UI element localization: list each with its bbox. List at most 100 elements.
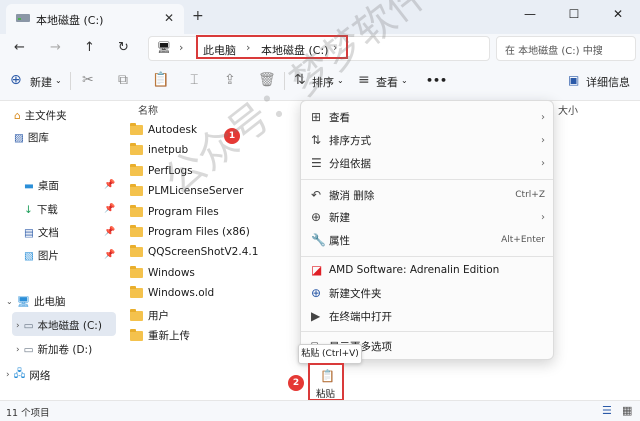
file-row[interactable]: Autodesk [130, 123, 198, 136]
nav-item-pictures[interactable]: ▧ 图片 [24, 248, 59, 263]
maximize-button[interactable]: ☐ [552, 0, 596, 30]
menu-item-terminal[interactable]: ▶ 在终端中打开 [311, 306, 545, 326]
delete-icon[interactable]: 🗑 [258, 72, 276, 88]
menu-item-new-folder[interactable]: ⊕ 新建文件夹 [311, 283, 545, 303]
group-icon: ☰ [311, 156, 322, 170]
nav-item-downloads[interactable]: ↓ 下载 [24, 202, 58, 217]
menu-divider [301, 331, 553, 332]
step-badge-1: 1 [224, 128, 240, 144]
menu-item-label: 排序方式 [329, 134, 371, 147]
computer-icon: 🖥 [157, 41, 171, 54]
file-name: PerfLogs [148, 165, 193, 177]
search-input[interactable]: 在 本地磁盘 (C:) 中搜 [496, 36, 636, 61]
folder-icon [130, 164, 143, 176]
view-grid-icon: ⊞ [311, 110, 322, 124]
folder-icon [130, 308, 143, 321]
menu-item-properties[interactable]: 🔧 属性 Alt+Enter [311, 230, 545, 250]
column-header-size[interactable]: 大小 [558, 102, 578, 117]
cut-icon[interactable]: ✂ [82, 72, 94, 88]
file-name: Windows [148, 267, 195, 279]
up-arrow-icon[interactable]: ↑ [84, 40, 95, 55]
file-row[interactable]: PLMLicenseServer [130, 184, 243, 197]
plus-circle-icon: ⊕ [311, 210, 322, 224]
paste-icon[interactable]: 📋 [152, 72, 169, 88]
picture-icon: ▧ [24, 249, 34, 262]
file-name: Autodesk [148, 124, 198, 136]
copy-icon[interactable]: ⧉ [118, 72, 128, 88]
pin-icon[interactable]: 📌 [104, 250, 115, 260]
folder-icon [130, 328, 143, 341]
menu-item-label: AMD Software: Adrenalin Edition [329, 264, 500, 276]
drive-icon: ▭ [23, 343, 34, 356]
pin-icon[interactable]: 📌 [104, 180, 115, 190]
item-count: 11 个项目 [6, 408, 50, 419]
menu-item-sort[interactable]: ⇅ 排序方式 › [311, 130, 545, 150]
file-name: Program Files [148, 206, 219, 218]
view-button[interactable]: 查看 [376, 74, 398, 90]
file-name: 用户 [148, 310, 169, 322]
download-icon: ↓ [24, 203, 33, 216]
back-arrow-icon[interactable]: ← [14, 40, 25, 55]
more-options-button[interactable]: ••• [426, 74, 447, 87]
file-row[interactable]: Windows [130, 266, 195, 279]
breadcrumb-separator-icon: › [179, 41, 184, 54]
details-button[interactable]: 详细信息 [586, 74, 630, 90]
chevron-right-icon[interactable]: › [6, 370, 10, 380]
menu-item-undo[interactable]: ↶ 撤消 删除 Ctrl+Z [311, 185, 545, 205]
chevron-right-icon: › [541, 111, 545, 123]
file-row[interactable]: QQScreenShotV2.4.1 [130, 245, 258, 258]
menu-item-label: 在终端中打开 [329, 310, 392, 323]
file-row[interactable]: PerfLogs [130, 164, 193, 177]
minimize-button[interactable]: — [508, 0, 552, 30]
tab-local-disk[interactable]: 本地磁盘 (C:) ✕ [6, 4, 184, 34]
nav-item-documents[interactable]: ▤ 文档 [24, 225, 59, 240]
file-row[interactable]: Windows.old [130, 286, 214, 299]
file-name: inetpub [148, 144, 189, 156]
forward-arrow-icon[interactable]: → [50, 40, 61, 55]
chevron-down-icon[interactable]: ⌄ [6, 297, 13, 306]
new-tab-button[interactable]: + [192, 8, 204, 24]
pin-icon[interactable]: 📌 [104, 204, 115, 214]
chevron-right-icon[interactable]: › [16, 321, 20, 331]
view-icon: ≡ [358, 72, 370, 88]
file-row[interactable]: Program Files [130, 205, 219, 218]
menu-item-view[interactable]: ⊞ 查看 › [311, 107, 545, 127]
file-row[interactable]: 用户 [130, 308, 169, 323]
nav-item-desktop[interactable]: ▬ 桌面 [24, 178, 59, 193]
chevron-down-icon: ⌄ [55, 76, 62, 85]
menu-item-new[interactable]: ⊕ 新建 › [311, 207, 545, 227]
file-row[interactable]: 重新上传 [130, 328, 190, 343]
new-plus-icon[interactable]: ⊕ [10, 72, 22, 88]
file-row[interactable]: inetpub [130, 143, 189, 156]
folder-icon [130, 184, 143, 196]
sort-button[interactable]: 排序 [312, 74, 334, 90]
folder-icon [130, 205, 143, 217]
pin-icon[interactable]: 📌 [104, 227, 115, 237]
menu-item-group[interactable]: ☰ 分组依据 › [311, 153, 545, 173]
file-row[interactable]: Program Files (x86) [130, 225, 250, 238]
menu-item-label: 新建文件夹 [329, 287, 382, 300]
tab-close-icon[interactable]: ✕ [164, 11, 174, 25]
nav-item-drive-d[interactable]: › ▭ 新加卷 (D:) [16, 342, 92, 357]
menu-divider [301, 179, 553, 180]
paste-label: 粘贴 [316, 389, 336, 400]
new-button[interactable]: 新建 [30, 74, 52, 90]
refresh-icon[interactable]: ↻ [118, 40, 129, 55]
nav-item-network[interactable]: › 🖧 网络 [6, 366, 50, 384]
close-window-button[interactable]: ✕ [596, 0, 640, 30]
rename-icon[interactable]: ⌶ [190, 72, 198, 88]
chevron-right-icon[interactable]: › [16, 345, 20, 355]
nav-item-home[interactable]: ⌂ 主文件夹 [14, 108, 67, 123]
nav-item-gallery[interactable]: ▨ 图库 [14, 130, 49, 145]
nav-item-this-pc[interactable]: ⌄ 🖥 此电脑 [6, 294, 66, 309]
menu-item-label: 属性 [329, 234, 350, 247]
details-view-icon[interactable]: ☰ [602, 404, 612, 417]
chevron-right-icon: › [541, 134, 545, 146]
nav-item-drive-c[interactable]: › ▭ 本地磁盘 (C:) [16, 318, 102, 333]
share-icon[interactable]: ⇪ [224, 72, 236, 88]
paste-button[interactable]: 📋 粘贴 [308, 363, 344, 401]
menu-item-amd[interactable]: ◪ AMD Software: Adrenalin Edition [311, 260, 545, 280]
context-menu: ⊞ 查看 › ⇅ 排序方式 › ☰ 分组依据 › ↶ 撤消 删除 Ctrl+Z … [300, 100, 554, 360]
tiles-view-icon[interactable]: ▦ [622, 404, 632, 417]
column-header-name[interactable]: 名称 [138, 102, 158, 117]
